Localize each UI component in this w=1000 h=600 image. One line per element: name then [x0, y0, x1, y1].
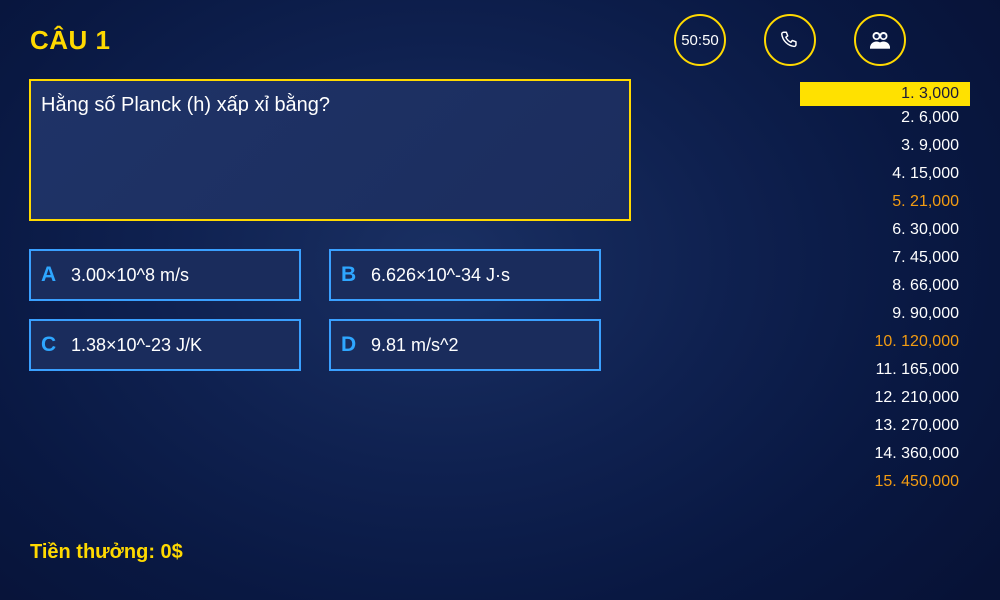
answer-letter: C	[41, 333, 57, 356]
prize-ladder-item: 8. 66,000	[892, 277, 959, 294]
ask-audience-button[interactable]	[854, 14, 906, 66]
prize-ladder-item: 1. 3,000	[800, 82, 970, 106]
question-text: Hằng số Planck (h) xấp xỉ bằng?	[41, 94, 331, 116]
prize-ladder-item: 13. 270,000	[874, 417, 959, 434]
prize-ladder-item: 10. 120,000	[874, 333, 959, 350]
prize-amount: Tiền thưởng: 0$	[30, 541, 183, 563]
prize-ladder-item: 2. 6,000	[901, 109, 959, 126]
answer-d-button[interactable]: D 9.81 m/s^2	[329, 319, 601, 371]
answer-c-button[interactable]: C 1.38×10^-23 J/K	[29, 319, 301, 371]
answer-text: 3.00×10^8 m/s	[71, 264, 190, 285]
prize-ladder-item: 4. 15,000	[892, 165, 959, 182]
answer-letter: B	[341, 263, 357, 286]
answer-letter: A	[41, 263, 57, 286]
answer-a-button[interactable]: A 3.00×10^8 m/s	[29, 249, 301, 301]
answer-text: 9.81 m/s^2	[371, 334, 459, 355]
prize-ladder-item: 5. 21,000	[892, 193, 959, 210]
prize-ladder-item: 11. 165,000	[875, 361, 959, 378]
prize-ladder-item: 12. 210,000	[874, 389, 959, 406]
phone-icon	[779, 29, 801, 51]
prize-ladder-item: 7. 45,000	[892, 249, 959, 266]
answer-text: 6.626×10^-34 J·s	[371, 264, 511, 285]
fifty-fifty-label: 50:50	[681, 31, 719, 49]
prize-ladder-item: 9. 90,000	[892, 305, 959, 322]
answer-b-button[interactable]: B 6.626×10^-34 J·s	[329, 249, 601, 301]
question-number: CÂU 1	[30, 25, 111, 55]
prize-ladder-item: 6. 30,000	[892, 221, 959, 238]
fifty-fifty-button[interactable]: 50:50	[674, 14, 726, 66]
prize-ladder: 1. 3,000 2. 6,000 3. 9,000 4. 15,000 5. …	[800, 82, 970, 498]
phone-a-friend-button[interactable]	[764, 14, 816, 66]
answer-text: 1.38×10^-23 J/K	[71, 334, 203, 355]
prize-ladder-item: 3. 9,000	[901, 137, 959, 154]
audience-icon	[868, 29, 892, 51]
prize-ladder-item: 14. 360,000	[874, 445, 959, 462]
question-box: Hằng số Planck (h) xấp xỉ bằng?	[29, 79, 631, 221]
prize-ladder-item: 15. 450,000	[874, 473, 959, 490]
answer-letter: D	[341, 333, 357, 356]
